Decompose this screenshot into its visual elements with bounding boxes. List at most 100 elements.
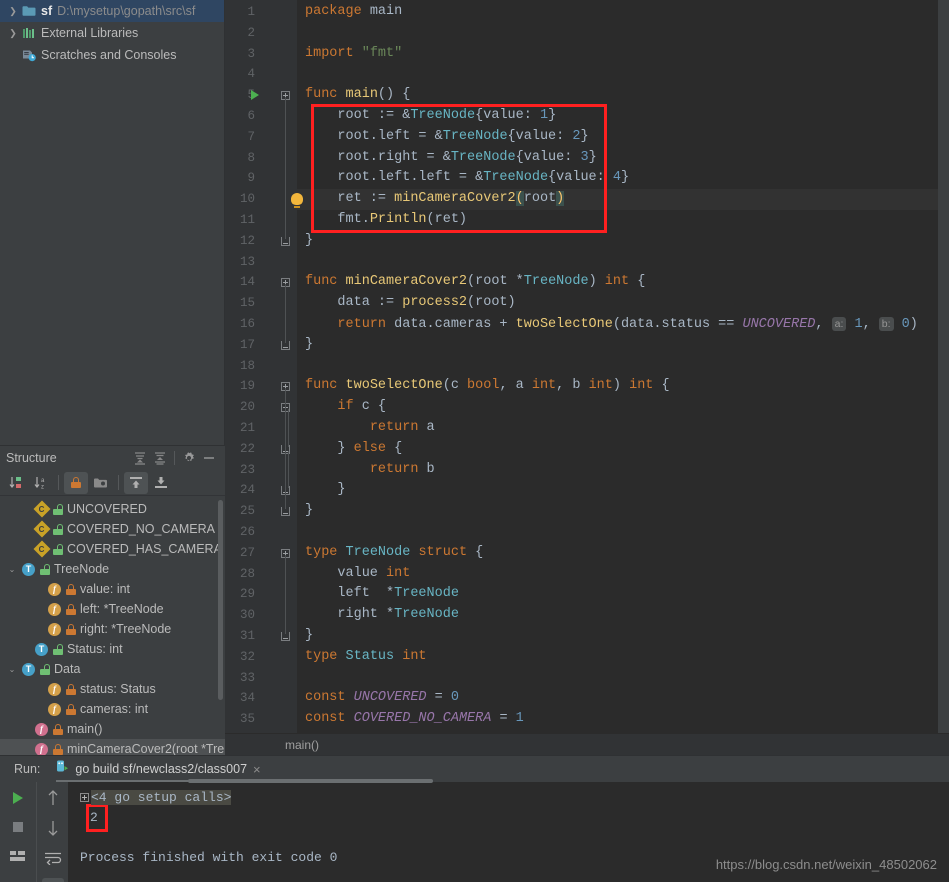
code-line[interactable]: } xyxy=(305,626,313,647)
structure-item[interactable]: ⌄ T TreeNode xyxy=(0,559,225,579)
up-arrow-icon[interactable] xyxy=(42,788,64,808)
line-number: 35 xyxy=(239,712,255,727)
fold-guide-line xyxy=(285,388,286,510)
code-line[interactable]: type TreeNode struct { xyxy=(305,543,483,564)
tree-row-scratches-and-consoles[interactable]: ❯ Scratches and Consoles xyxy=(0,44,224,66)
structure-item[interactable]: ⌄CUNCOVERED xyxy=(0,499,225,519)
collapse-all-icon[interactable] xyxy=(150,448,170,468)
soft-wrap-icon[interactable] xyxy=(42,848,64,868)
show-non-public-icon[interactable] xyxy=(64,471,88,494)
intention-bulb-icon[interactable] xyxy=(291,193,303,209)
folder-icon xyxy=(20,5,38,17)
line-number: 17 xyxy=(239,337,255,352)
hide-panel-icon[interactable] xyxy=(199,448,219,468)
stop-icon[interactable] xyxy=(7,817,29,837)
field-icon: f xyxy=(48,682,61,696)
code-line[interactable]: ret := minCameraCover2(root) xyxy=(305,189,565,210)
down-arrow-icon[interactable] xyxy=(42,818,64,838)
code-line[interactable]: fmt.Println(ret) xyxy=(305,210,467,231)
structure-item[interactable]: ⌄fstatus: Status xyxy=(0,679,225,699)
console-horizontal-scrollbar[interactable] xyxy=(188,779,433,783)
code-line[interactable]: root.left = &TreeNode{value: 2} xyxy=(305,127,588,148)
editor-gutter[interactable]: 1 2 3 4 5 6 7 8 9 10 11 12 13 14 15 16 17 18 19 20 21 22 23 24 2… xyxy=(225,0,303,755)
libraries-icon xyxy=(20,27,38,39)
structure-item[interactable]: ⌄fmain() xyxy=(0,719,225,739)
structure-scrollbar[interactable] xyxy=(218,500,223,700)
line-number: 15 xyxy=(239,296,255,311)
sort-alphabetically-icon[interactable]: a z xyxy=(29,472,53,494)
code-line[interactable]: if c { xyxy=(305,397,386,418)
fold-guide-line xyxy=(288,409,289,447)
run-tab-title: go build sf/newclass2/class007 xyxy=(75,762,248,776)
code-text[interactable]: package main import "fmt" func main() { ro… xyxy=(305,0,949,755)
const-icon: C xyxy=(33,540,50,558)
console-line: <4 go setup calls> xyxy=(80,788,232,808)
breadcrumb[interactable]: main() xyxy=(225,733,949,755)
rerun-icon[interactable] xyxy=(7,788,29,808)
run-gutter-icon[interactable] xyxy=(251,90,259,101)
code-line[interactable]: return a xyxy=(305,418,435,439)
code-line[interactable]: root.right = &TreeNode{value: 3} xyxy=(305,148,596,169)
structure-item-label: main() xyxy=(67,722,103,736)
lock-closed-icon xyxy=(65,623,76,635)
code-line[interactable]: data := process2(root) xyxy=(305,293,515,314)
line-number: 12 xyxy=(239,233,255,248)
close-icon[interactable]: × xyxy=(253,762,261,777)
structure-item[interactable]: ⌄fleft: *TreeNode xyxy=(0,599,225,619)
chevron-down-icon[interactable]: ⌄ xyxy=(4,665,20,674)
run-panel: Run: go build sf/newclass2/class007 × <4… xyxy=(0,755,949,882)
code-line[interactable]: } xyxy=(305,231,313,252)
structure-item[interactable]: ⌄fminCameraCover2(root *Tre xyxy=(0,739,225,755)
tree-row-project-sf[interactable]: ❯ sf D:\mysetup\gopath\src\sf xyxy=(0,0,224,22)
code-line[interactable]: const COVERED_NO_CAMERA = 1 xyxy=(305,709,524,730)
sort-by-visibility-icon[interactable] xyxy=(4,472,28,494)
structure-item[interactable]: ⌄CCOVERED_HAS_CAMERA xyxy=(0,539,225,559)
code-line[interactable]: package main xyxy=(305,2,402,23)
show-inherited-icon[interactable] xyxy=(124,471,148,494)
code-line[interactable]: type Status int xyxy=(305,647,427,668)
code-line[interactable]: return data.cameras + twoSelectOne(data.… xyxy=(305,314,918,335)
structure-item[interactable]: ⌄TStatus: int xyxy=(0,639,225,659)
gear-icon[interactable] xyxy=(179,448,199,468)
lock-open-icon xyxy=(39,663,50,675)
code-line[interactable]: import "fmt" xyxy=(305,44,402,65)
show-fields-icon[interactable] xyxy=(89,472,113,494)
code-line[interactable]: const UNCOVERED = 0 xyxy=(305,688,459,709)
setup-calls-text[interactable]: <4 go setup calls> xyxy=(91,790,232,805)
tree-row-external-libraries[interactable]: ❯ External Libraries xyxy=(0,22,224,44)
code-line[interactable]: func twoSelectOne(c bool, a int, b int) … xyxy=(305,376,670,397)
structure-item[interactable]: ⌄ T Data xyxy=(0,659,225,679)
code-line[interactable]: root.left.left = &TreeNode{value: 4} xyxy=(305,168,629,189)
project-module-name: sf xyxy=(41,4,53,18)
code-line[interactable]: right *TreeNode xyxy=(305,605,459,626)
layout-icon[interactable] xyxy=(7,846,29,866)
expand-icon[interactable] xyxy=(80,793,89,803)
code-line[interactable]: } xyxy=(305,480,345,501)
code-line[interactable]: root := &TreeNode{value: 1} xyxy=(305,106,556,127)
show-anonymous-icon[interactable] xyxy=(149,472,173,494)
structure-item[interactable]: ⌄fright: *TreeNode xyxy=(0,619,225,639)
chevron-right-icon[interactable]: ❯ xyxy=(6,22,20,44)
code-editor[interactable]: 1 2 3 4 5 6 7 8 9 10 11 12 13 14 15 16 17 18 19 20 21 22 23 24 2… xyxy=(225,0,949,755)
structure-item[interactable]: ⌄fcameras: int xyxy=(0,699,225,719)
scroll-to-end-icon[interactable] xyxy=(41,878,64,882)
editor-scrollbar-strip[interactable] xyxy=(938,0,949,733)
project-tree[interactable]: ❯ sf D:\mysetup\gopath\src\sf ❯ External… xyxy=(0,0,224,445)
structure-item[interactable]: ⌄CCOVERED_NO_CAMERA xyxy=(0,519,225,539)
expand-all-icon[interactable] xyxy=(130,448,150,468)
code-line[interactable]: func main() { xyxy=(305,85,410,106)
line-number: 28 xyxy=(239,566,255,581)
code-line[interactable]: } else { xyxy=(305,439,402,460)
code-line[interactable]: } xyxy=(305,335,313,356)
line-number: 24 xyxy=(239,483,255,498)
code-line[interactable]: } xyxy=(305,501,313,522)
chevron-right-icon[interactable]: ❯ xyxy=(6,0,20,22)
code-line[interactable]: return b xyxy=(305,460,435,481)
structure-item[interactable]: ⌄fvalue: int xyxy=(0,579,225,599)
chevron-down-icon[interactable]: ⌄ xyxy=(4,565,20,574)
code-line[interactable]: left *TreeNode xyxy=(305,584,459,605)
code-line[interactable]: value int xyxy=(305,564,410,585)
code-line[interactable]: func minCameraCover2(root *TreeNode) int… xyxy=(305,272,645,293)
structure-list[interactable]: ⌄CUNCOVERED⌄CCOVERED_NO_CAMERA⌄CCOVERED_… xyxy=(0,496,225,755)
divider xyxy=(58,475,59,490)
